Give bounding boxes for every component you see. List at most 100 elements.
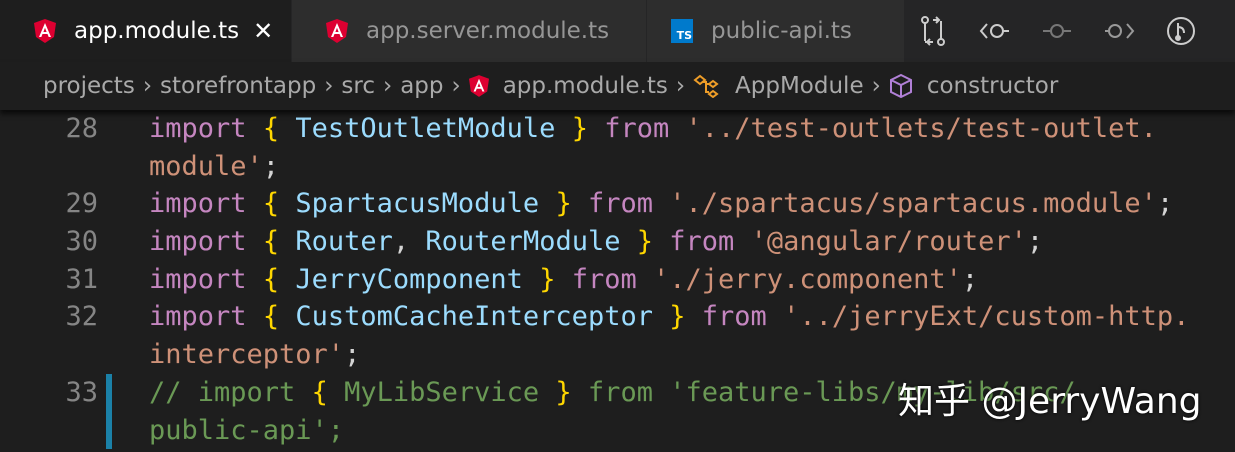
token-identifier: CustomCacheInterceptor <box>295 301 653 333</box>
code-line: 31 import { JerryComponent } from './jerr… <box>0 261 1235 299</box>
token-punctuation <box>669 113 685 144</box>
tab-label: app.module.ts <box>74 18 240 44</box>
code-line: 30 import { Router, RouterModule } from '… <box>0 223 1235 261</box>
code-text: import { TestOutletModule } from '../tes… <box>149 110 1157 148</box>
token-bracket: { <box>311 376 328 408</box>
code-text: import { SpartacusModule } from './spart… <box>149 185 1173 223</box>
close-icon[interactable]: ✕ <box>253 17 273 45</box>
code-text: import { Router, RouterModule } from '@a… <box>149 223 1043 261</box>
token-punctuation: , <box>392 226 426 258</box>
token-keyword: from <box>587 188 654 220</box>
token-punctuation <box>247 264 263 295</box>
angular-icon <box>34 19 56 43</box>
token-bracket: { <box>262 301 280 333</box>
breadcrumb-file[interactable]: app.module.ts <box>503 73 668 99</box>
token-punctuation <box>653 188 669 219</box>
breadcrumb-src[interactable]: src <box>341 73 375 99</box>
tab-app-server-module[interactable]: app.server.module.ts <box>292 0 647 62</box>
code-line: 29 import { SpartacusModule } from './spa… <box>0 185 1235 223</box>
token-punctuation <box>523 264 539 295</box>
breadcrumb-app[interactable]: app <box>400 73 443 99</box>
token-punctuation <box>653 301 669 332</box>
token-punctuation <box>279 188 295 219</box>
code-text: module'; <box>149 148 279 186</box>
token-punctuation <box>555 264 571 295</box>
token-keyword: from <box>604 113 670 144</box>
token-punctuation <box>572 188 588 219</box>
tab-public-api[interactable]: TS public-api.ts <box>647 0 905 62</box>
token-punctuation <box>247 113 263 144</box>
editor-actions <box>905 0 1197 62</box>
token-keyword: import <box>149 263 247 295</box>
token-punctuation: ; <box>1026 226 1044 258</box>
token-identifier: TestOutletModule <box>295 113 556 144</box>
token-keyword: import <box>149 113 247 144</box>
tab-label: public-api.ts <box>711 18 852 44</box>
typescript-icon: TS <box>671 19 693 43</box>
token-comment: public-api'; <box>149 414 345 446</box>
chevron-right-icon: › <box>383 73 393 99</box>
code-text: import { JerryComponent } from './jerry.… <box>149 261 978 299</box>
breadcrumb-projects[interactable]: projects <box>43 73 135 99</box>
breadcrumb-method[interactable]: constructor <box>927 73 1059 99</box>
token-bracket: } <box>636 226 654 258</box>
token-punctuation <box>555 113 571 144</box>
token-punctuation <box>247 301 263 332</box>
code-text: public-api'; <box>149 412 344 450</box>
token-punctuation <box>539 188 555 219</box>
token-bracket: } <box>571 113 588 144</box>
token-punctuation <box>637 264 653 295</box>
watermark: 知乎 @JerryWang <box>898 381 1202 422</box>
token-comment: // import <box>149 376 312 408</box>
chevron-right-icon: › <box>324 73 334 99</box>
token-punctuation <box>279 264 295 295</box>
token-punctuation <box>734 226 750 257</box>
line-number: 32 <box>65 301 98 333</box>
token-bracket: { <box>262 226 280 258</box>
previous-change-icon[interactable] <box>979 15 1011 47</box>
token-keyword: from <box>571 263 637 295</box>
token-bracket: { <box>262 113 280 144</box>
line-number: 31 <box>65 263 98 295</box>
token-bracket: { <box>262 263 280 295</box>
token-string: interceptor' <box>149 339 345 371</box>
token-punctuation: ; <box>262 150 280 182</box>
token-keyword: import <box>149 301 247 333</box>
code-text: import { CustomCacheInterceptor } from '… <box>149 298 1189 336</box>
tab-app-module[interactable]: app.module.ts ✕ <box>0 0 292 62</box>
angular-icon <box>326 19 348 43</box>
code-row: 28 import { TestOutletModule } from '../t… <box>0 110 1235 148</box>
breadcrumb-storefrontapp[interactable]: storefrontapp <box>160 73 316 99</box>
token-bracket: } <box>539 263 556 295</box>
code-line: 32 import { CustomCacheInterceptor } from… <box>0 298 1235 373</box>
line-number: 29 <box>65 188 98 220</box>
code-text: interceptor'; <box>149 336 360 374</box>
current-change-icon[interactable] <box>1041 15 1073 47</box>
token-comment: MyLibService <box>327 376 556 408</box>
token-identifier: SpartacusModule <box>295 188 540 220</box>
token-bracket: } <box>555 188 572 220</box>
next-change-icon[interactable] <box>1103 15 1135 47</box>
line-number: 30 <box>65 226 98 258</box>
chevron-right-icon: › <box>675 73 686 99</box>
code-row: 29 import { SpartacusModule } from './spa… <box>0 185 1235 223</box>
chevron-right-icon: › <box>142 73 153 99</box>
code-row: 31 import { JerryComponent } from './jerr… <box>0 261 1235 299</box>
chevron-right-icon: › <box>451 73 461 99</box>
token-punctuation <box>279 301 295 332</box>
token-string: '../jerryExt/custom-http. <box>783 301 1190 333</box>
breadcrumb-class[interactable]: AppModule <box>735 73 864 99</box>
token-keyword: from <box>669 226 735 258</box>
compare-changes-icon[interactable] <box>917 15 949 47</box>
code-row: 32 import { CustomCacheInterceptor } from… <box>0 298 1235 336</box>
tab-bar: app.module.ts ✕ app.server.module.ts TS … <box>0 0 1235 62</box>
token-keyword: import <box>149 226 247 258</box>
angular-icon <box>468 75 489 97</box>
token-identifier: RouterModule <box>425 226 621 258</box>
git-graph-icon[interactable] <box>1165 15 1197 47</box>
code-line: 28 import { TestOutletModule } from '../t… <box>0 110 1235 185</box>
token-punctuation <box>686 301 702 332</box>
token-bracket: } <box>555 376 572 408</box>
token-punctuation: ; <box>961 263 979 295</box>
token-punctuation: ; <box>1156 188 1174 220</box>
